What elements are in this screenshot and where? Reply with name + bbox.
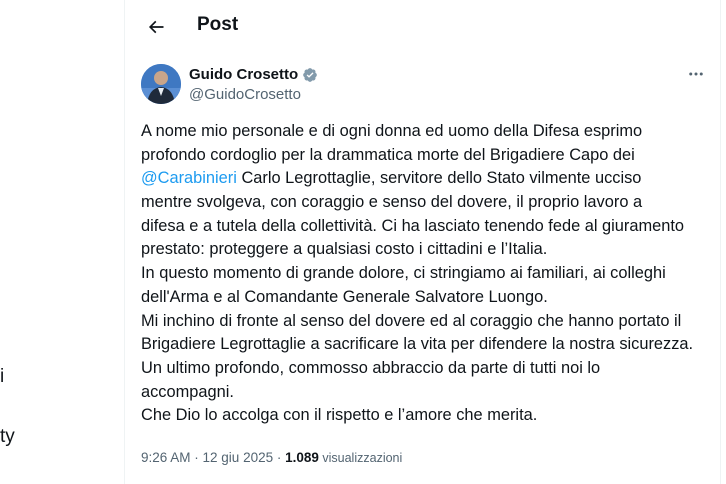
tweet-text-segment: difesa e a tutela della collettività. Ci…	[141, 216, 685, 235]
author-name[interactable]: Guido Crosetto	[189, 66, 298, 83]
tweet-text-segment: Mi inchino di fronte al senso del dovere…	[141, 311, 682, 330]
meta-separator: ·	[273, 450, 286, 465]
tweet-text-line: mentre svolgeva, con coraggio e senso de…	[141, 191, 716, 215]
tweet-text-line: Un ultimo profondo, commosso abbraccio d…	[141, 357, 716, 381]
tweet-text-segment: mentre svolgeva, con coraggio e senso de…	[141, 193, 643, 212]
author-name-line: Guido Crosetto	[189, 66, 318, 83]
tweet-text-line: Brigadiere Legrottaglie a sacrificare la…	[141, 333, 716, 357]
post-detail-column: Post Guido Crosetto @GuidoCrosetto A nom…	[125, 0, 721, 484]
tweet-text-segment: Carlo Legrottaglie, servitore dello Stat…	[236, 169, 642, 188]
tweet-time[interactable]: 9:26 AM	[141, 450, 191, 465]
post-header: Post	[125, 0, 720, 53]
views-count: 1.089	[285, 450, 319, 465]
tweet-meta: 9:26 AM · 12 giu 2025 · 1.089 visualizza…	[141, 450, 402, 465]
tweet-text-line: Mi inchino di fronte al senso del dovere…	[141, 310, 716, 334]
tweet-text-segment: prestato: proteggere a qualsiasi costo i…	[141, 240, 548, 259]
left-sidebar: i ty	[0, 0, 125, 484]
tweet-text-segment: dell'Arma e al Comandante Generale Salva…	[141, 287, 548, 306]
tweet-text-segment: Brigadiere Legrottaglie a sacrificare la…	[141, 335, 694, 354]
tweet-text-line: difesa e a tutela della collettività. Ci…	[141, 215, 716, 239]
tweet-text-line: A nome mio personale e di ogni donna ed …	[141, 120, 716, 144]
back-button[interactable]	[139, 10, 173, 44]
tweet-text-line: @Carabinieri Carlo Legrottaglie, servito…	[141, 167, 716, 191]
sidebar-item-label: ty	[0, 426, 15, 447]
sidebar-item-partial-1[interactable]: i	[0, 366, 4, 388]
arrow-left-icon	[146, 17, 166, 37]
tweet-text-line: dell'Arma e al Comandante Generale Salva…	[141, 286, 716, 310]
tweet-text-segment: profondo cordoglio per la drammatica mor…	[141, 145, 635, 164]
verified-badge-icon[interactable]	[302, 67, 318, 83]
sidebar-item-label: i	[0, 366, 5, 387]
tweet-text: A nome mio personale e di ogni donna ed …	[141, 120, 716, 428]
author-row: Guido Crosetto @GuidoCrosetto	[141, 64, 711, 108]
meta-separator: ·	[190, 450, 203, 465]
tweet-text-segment: Un ultimo profondo, commosso abbraccio d…	[141, 358, 601, 377]
mention-link[interactable]: @Carabinieri	[141, 169, 237, 187]
tweet-date[interactable]: 12 giu 2025	[203, 450, 274, 465]
page: i ty Post Guido Crosetto @GuidoCrosetto …	[0, 0, 726, 484]
tweet-text-line: profondo cordoglio per la drammatica mor…	[141, 144, 716, 168]
tweet-text-segment: In questo momento di grande dolore, ci s…	[141, 264, 666, 283]
views-label: visualizzazioni	[318, 451, 403, 465]
tweet-text-line: prestato: proteggere a qualsiasi costo i…	[141, 238, 716, 262]
page-title: Post	[197, 14, 239, 35]
tweet-text-segment: accompagni.	[141, 382, 234, 401]
tweet-text-segment: Che Dio lo accolga con il rispetto e l’a…	[141, 406, 538, 425]
more-options-button[interactable]	[683, 64, 709, 84]
tweet-text-segment: A nome mio personale e di ogni donna ed …	[141, 122, 643, 140]
tweet-text-line: In questo momento di grande dolore, ci s…	[141, 262, 716, 286]
tweet-text-line: Che Dio lo accolga con il rispetto e l’a…	[141, 404, 716, 428]
avatar[interactable]	[141, 64, 181, 104]
sidebar-item-partial-2[interactable]: ty	[0, 426, 15, 448]
tweet-text-line: accompagni.	[141, 381, 716, 405]
more-horizontal-icon	[687, 65, 705, 83]
author-handle[interactable]: @GuidoCrosetto	[189, 86, 301, 103]
